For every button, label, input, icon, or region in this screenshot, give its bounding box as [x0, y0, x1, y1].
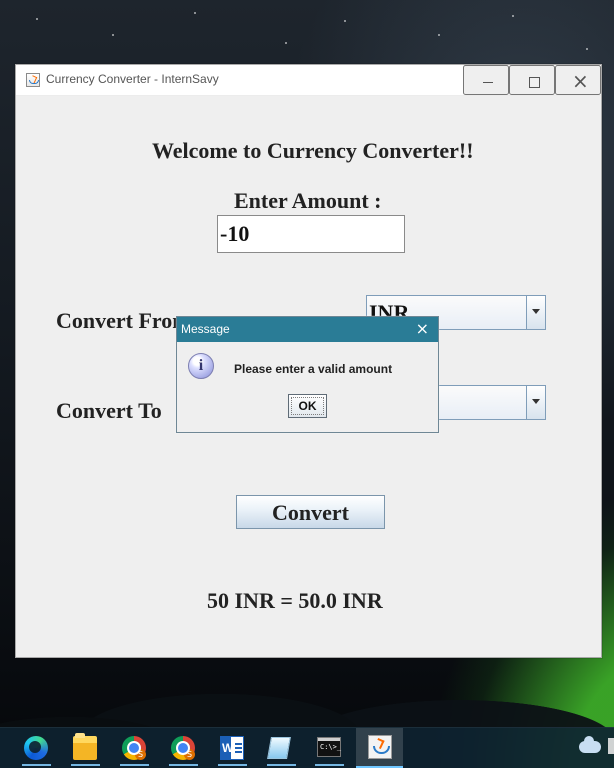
dialog-titlebar[interactable]: Message ×: [177, 317, 438, 342]
desktop: Currency Converter - InternSavy × Welcom…: [0, 0, 614, 768]
maximize-icon: [529, 77, 540, 88]
page-title: Welcome to Currency Converter!!: [152, 138, 474, 163]
star: [194, 12, 196, 14]
star: [285, 42, 287, 44]
terminal-icon[interactable]: [317, 737, 341, 757]
star: [112, 34, 114, 36]
star: [586, 48, 588, 50]
taskbar-indicator: [315, 764, 344, 766]
folder-icon[interactable]: [73, 733, 97, 760]
window-title: Currency Converter - InternSavy: [46, 72, 219, 86]
taskbar-indicator: [120, 764, 149, 766]
taskbar-indicator: [218, 764, 247, 766]
cloud-icon[interactable]: [579, 736, 601, 753]
amount-label: Enter Amount :: [234, 188, 382, 213]
convert-button[interactable]: Convert: [236, 495, 385, 529]
close-icon: ×: [572, 69, 589, 93]
taskbar-indicator: [22, 764, 51, 766]
java-app-icon[interactable]: [368, 735, 392, 759]
tray-overflow: [608, 738, 614, 754]
java-app-icon: [26, 73, 40, 87]
star: [36, 18, 38, 20]
taskbar-indicator: [169, 764, 198, 766]
convert-to-dropdown-button[interactable]: [526, 386, 545, 419]
chevron-down-icon: [532, 399, 540, 404]
star: [344, 20, 346, 22]
amount-input[interactable]: [217, 215, 405, 253]
word-icon[interactable]: [220, 736, 244, 760]
info-icon: i: [188, 353, 214, 379]
profile-badge: S: [184, 749, 195, 760]
dialog-message: Please enter a valid amount: [234, 362, 393, 376]
taskbar: S S: [0, 727, 614, 768]
star: [438, 34, 440, 36]
taskbar-indicator: [71, 764, 100, 766]
chrome-icon[interactable]: S: [171, 736, 195, 760]
chevron-down-icon: [532, 309, 540, 314]
close-button[interactable]: ×: [555, 65, 601, 95]
dialog-title: Message: [181, 322, 230, 336]
maximize-button[interactable]: [509, 65, 555, 95]
convert-to-label: Convert To: [56, 398, 162, 423]
window-titlebar[interactable]: Currency Converter - InternSavy ×: [16, 65, 601, 96]
convert-from-dropdown-button[interactable]: [526, 296, 545, 329]
profile-badge: S: [135, 749, 146, 760]
convert-from-label: Convert From: [56, 308, 191, 333]
message-dialog: Message × i Please enter a valid amount …: [176, 316, 439, 433]
conversion-result: 50 INR = 50.0 INR: [207, 588, 383, 613]
star: [512, 15, 514, 17]
edge-icon[interactable]: [24, 736, 48, 760]
notes-icon[interactable]: [267, 737, 291, 759]
chrome-icon[interactable]: S: [122, 736, 146, 760]
minimize-button[interactable]: [463, 65, 509, 95]
ok-button[interactable]: OK: [288, 394, 327, 418]
taskbar-indicator: [267, 764, 296, 766]
minimize-icon: [483, 82, 493, 83]
dialog-close-icon[interactable]: ×: [416, 319, 429, 339]
